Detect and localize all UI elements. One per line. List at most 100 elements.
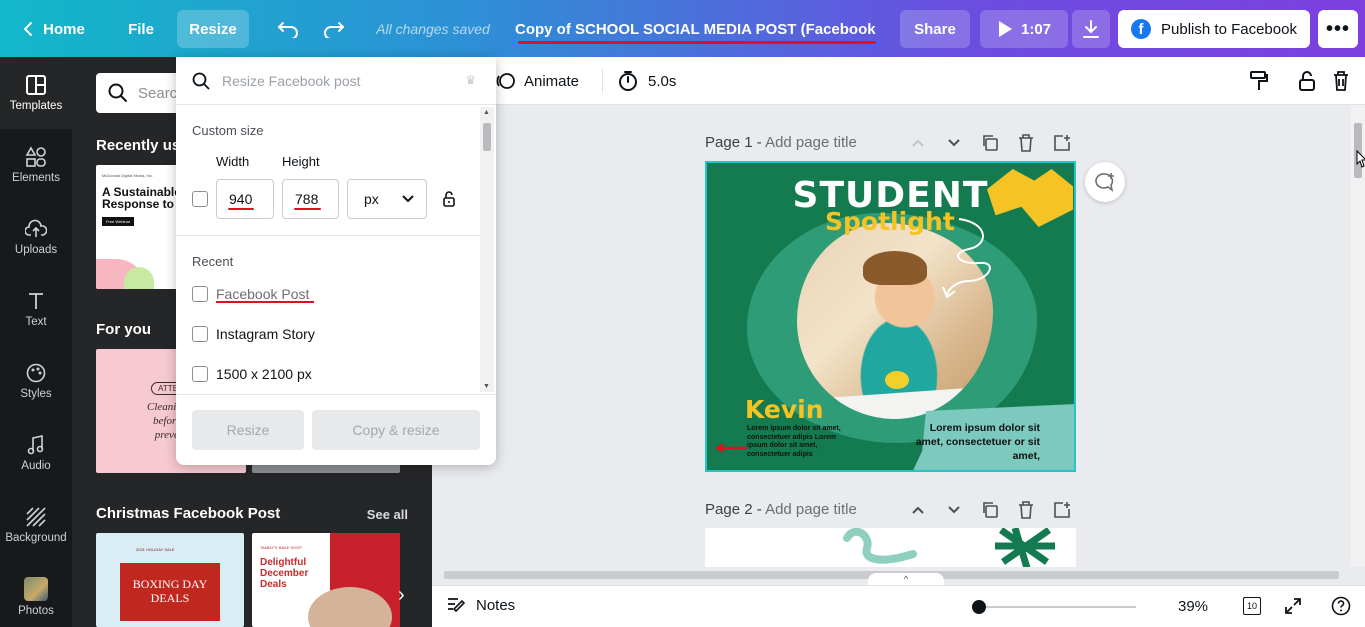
template-thumb-december-deals[interactable]: TAMMY'S BAKE SHOP Delightful December De… xyxy=(252,533,400,627)
timing-button[interactable]: 5.0s xyxy=(618,69,676,93)
page-1-label[interactable]: Page 1 - Add page title xyxy=(705,134,857,151)
rail-label: Background xyxy=(5,532,67,544)
undo-button[interactable] xyxy=(273,10,303,48)
home-button[interactable]: Home xyxy=(14,10,94,48)
top-bar: Home File Resize All changes saved Copy … xyxy=(0,0,1365,57)
thumb-pill: Free Webinar xyxy=(102,217,135,226)
rail-item-templates[interactable]: Templates xyxy=(0,57,72,129)
templates-icon xyxy=(26,75,46,95)
expand-icon xyxy=(1285,598,1301,614)
page-title-placeholder[interactable]: Add page title xyxy=(765,501,857,518)
rail-item-background[interactable]: Background xyxy=(0,489,72,561)
rail-label: Elements xyxy=(12,172,60,184)
page-title-placeholder[interactable]: Add page title xyxy=(765,134,857,151)
recent-item-facebook-post[interactable]: Facebook Post xyxy=(216,286,309,302)
uploads-icon xyxy=(25,219,47,237)
redo-button[interactable] xyxy=(319,10,349,48)
rail-item-photos[interactable]: Photos xyxy=(0,561,72,627)
recent-item-instagram-story[interactable]: Instagram Story xyxy=(216,326,315,342)
student-name[interactable]: Kevin xyxy=(745,395,824,424)
popover-scrollbar[interactable]: ▲ ▼ xyxy=(480,107,494,392)
comment-add-icon xyxy=(1095,173,1114,192)
rail-item-elements[interactable]: Elements xyxy=(0,129,72,201)
design-page-2[interactable] xyxy=(705,528,1076,567)
rail-item-audio[interactable]: Audio xyxy=(0,417,72,489)
add-page-button[interactable] xyxy=(1052,133,1072,153)
canvas-vertical-scrollbar[interactable] xyxy=(1351,105,1365,567)
body-text-left[interactable]: Lorem ipsum dolor sit amet, consectetuer… xyxy=(747,425,851,459)
christmas-heading: Christmas Facebook Post xyxy=(96,505,281,522)
scroll-up-icon[interactable]: ▲ xyxy=(483,109,490,116)
present-button[interactable]: 1:07 xyxy=(980,10,1068,48)
notes-button[interactable]: Notes xyxy=(446,596,515,614)
unit-select[interactable]: px xyxy=(347,179,427,219)
left-rail: Templates Elements Uploads Text Styles A… xyxy=(0,57,72,627)
delete-page-button[interactable] xyxy=(1016,133,1036,153)
design-page-1[interactable]: STUDENT Spotlight Kevin Lorem ipsum dolo… xyxy=(705,161,1076,472)
file-menu-button[interactable]: File xyxy=(118,10,164,48)
see-all-link[interactable]: See all xyxy=(367,507,408,522)
photo-detail xyxy=(863,251,927,285)
page-count-button[interactable]: 10 xyxy=(1241,595,1263,617)
styles-icon xyxy=(26,363,46,383)
help-button[interactable] xyxy=(1330,595,1352,617)
lock-button[interactable] xyxy=(1296,69,1318,93)
share-button[interactable]: Share xyxy=(900,10,970,48)
custom-size-checkbox[interactable] xyxy=(192,191,208,207)
scroll-down-icon[interactable]: ▼ xyxy=(483,383,490,390)
redo-icon xyxy=(324,22,345,38)
carousel-next-icon[interactable]: › xyxy=(398,584,405,607)
move-page-down-button[interactable] xyxy=(944,500,964,520)
add-comment-button[interactable] xyxy=(1085,162,1125,202)
rail-item-uploads[interactable]: Uploads xyxy=(0,201,72,273)
chevron-up-icon: ^ xyxy=(903,574,909,584)
rail-label: Text xyxy=(25,316,47,328)
resize-search-placeholder: Resize Facebook post xyxy=(222,72,361,89)
show-pages-toggle[interactable]: ^ xyxy=(868,573,944,585)
recent-checkbox-facebook-post[interactable] xyxy=(192,286,208,302)
fullscreen-button[interactable] xyxy=(1282,595,1304,617)
delete-page-button[interactable] xyxy=(1016,500,1036,520)
animate-button[interactable]: Animate xyxy=(496,69,579,93)
popover-divider xyxy=(176,394,496,395)
text-icon xyxy=(29,293,43,309)
recent-checkbox-1500x2100[interactable] xyxy=(192,366,208,382)
lock-aspect-ratio-icon[interactable] xyxy=(443,191,455,207)
width-annotation-underline xyxy=(228,208,254,210)
recent-item-1500x2100[interactable]: 1500 x 2100 px xyxy=(216,366,312,382)
custom-size-label: Custom size xyxy=(192,123,264,138)
rail-item-styles[interactable]: Styles xyxy=(0,345,72,417)
copy-style-button[interactable] xyxy=(1248,69,1270,93)
download-button[interactable] xyxy=(1072,10,1110,48)
annotation-arrow-icon xyxy=(715,443,747,453)
template-thumb-boxing-day[interactable]: 2021 HOLIDAY SALE BOXING DAY DEALS xyxy=(96,533,244,627)
add-page-button[interactable] xyxy=(1052,500,1072,520)
design-subheading[interactable]: Spotlight xyxy=(825,207,955,236)
width-input[interactable]: 940 xyxy=(216,179,274,219)
duplicate-page-button[interactable] xyxy=(980,133,1000,153)
zoom-slider[interactable] xyxy=(978,606,1136,608)
resize-button[interactable]: Resize xyxy=(177,10,249,48)
scrollbar-thumb[interactable] xyxy=(483,123,491,151)
resize-search-input[interactable]: Resize Facebook post ♛ xyxy=(176,57,496,105)
delete-button[interactable] xyxy=(1330,69,1352,93)
page-2-label[interactable]: Page 2 - Add page title xyxy=(705,501,857,518)
recent-checkbox-instagram-story[interactable] xyxy=(192,326,208,342)
chevron-up-icon xyxy=(912,506,924,514)
move-page-down-button[interactable] xyxy=(944,133,964,153)
more-options-button[interactable]: ••• xyxy=(1318,10,1358,48)
resize-confirm-button[interactable]: Resize xyxy=(192,410,304,450)
chevron-down-icon xyxy=(948,139,960,147)
move-page-up-button[interactable] xyxy=(908,500,928,520)
rail-item-text[interactable]: Text xyxy=(0,273,72,345)
publish-to-facebook-button[interactable]: f Publish to Facebook xyxy=(1118,10,1310,48)
duplicate-page-button[interactable] xyxy=(980,500,1000,520)
move-page-up-button[interactable] xyxy=(908,133,928,153)
copy-and-resize-button[interactable]: Copy & resize xyxy=(312,410,480,450)
add-page-icon xyxy=(1054,502,1070,518)
height-input[interactable]: 788 xyxy=(282,179,339,219)
popover-divider xyxy=(176,235,480,236)
body-text-right[interactable]: Lorem ipsum dolor sit amet, consectetuer… xyxy=(900,421,1040,463)
zoom-percentage[interactable]: 39% xyxy=(1178,598,1208,615)
zoom-slider-handle[interactable] xyxy=(972,600,986,614)
